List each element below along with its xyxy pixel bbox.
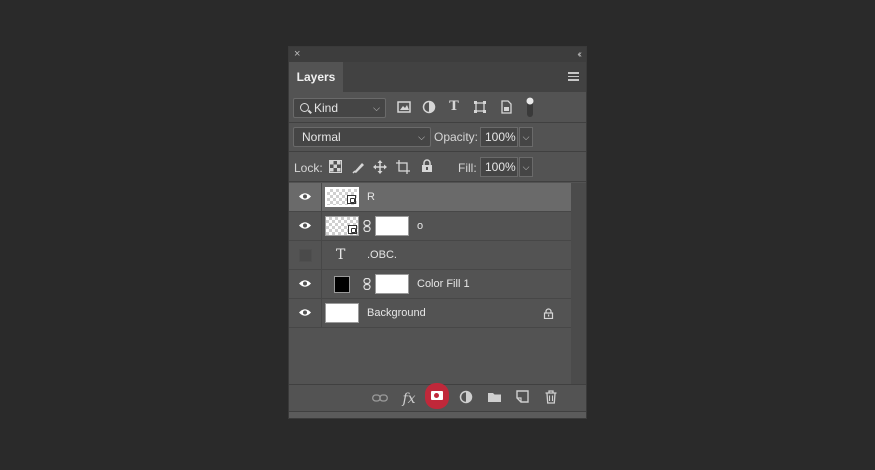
- lock-image-pixels-icon[interactable]: [352, 160, 366, 174]
- search-icon: [300, 103, 309, 112]
- blend-mode-value: Normal: [302, 130, 341, 144]
- type-filter-icon[interactable]: T: [447, 100, 461, 114]
- bottom-toolbar: fx: [289, 383, 586, 418]
- layers-list: R o T .OBC. Color Fill 1 Background: [289, 183, 572, 385]
- filter-toggle-icon[interactable]: [523, 96, 537, 118]
- eye-icon[interactable]: [298, 279, 312, 288]
- delete-layer-icon[interactable]: [542, 390, 560, 408]
- eye-icon[interactable]: [298, 221, 312, 230]
- smart-object-badge-icon: [347, 195, 356, 204]
- eye-icon[interactable]: [298, 308, 312, 317]
- panel-bottom-edge: [289, 411, 586, 418]
- visibility-divider: [321, 212, 322, 241]
- chevron-down-icon: ⌵: [418, 132, 425, 142]
- link-mask-icon[interactable]: [363, 220, 371, 232]
- layer-name[interactable]: o: [417, 212, 423, 241]
- adjustment-filter-icon[interactable]: [422, 100, 436, 114]
- filter-row: Kind ⌵ T: [289, 92, 586, 123]
- opacity-input[interactable]: 100%: [480, 127, 518, 147]
- layer-thumbnail[interactable]: [325, 216, 359, 236]
- link-layers-icon[interactable]: [371, 390, 389, 408]
- layers-panel: × ‹‹ Layers Kind ⌵ T Normal ⌵ Opacity: 1…: [288, 46, 587, 419]
- close-icon[interactable]: ×: [294, 47, 300, 62]
- adjustment-layer-icon[interactable]: [457, 390, 475, 408]
- smart-object-filter-icon[interactable]: [499, 100, 513, 114]
- lock-label: Lock:: [294, 161, 323, 175]
- visibility-divider: [321, 270, 322, 299]
- lock-position-icon[interactable]: [373, 160, 387, 174]
- layer-row-color-fill[interactable]: Color Fill 1: [289, 270, 572, 299]
- lock-all-icon[interactable]: [420, 159, 434, 173]
- visibility-toggle-off[interactable]: [299, 249, 312, 262]
- blend-row: Normal ⌵ Opacity: 100% ⌵: [289, 123, 586, 152]
- blend-mode-dropdown[interactable]: Normal ⌵: [293, 127, 431, 147]
- layer-name[interactable]: Background: [367, 299, 426, 328]
- layer-mask-thumbnail[interactable]: [375, 274, 409, 294]
- layers-scrollbar[interactable]: [571, 183, 586, 385]
- type-layer-icon: T: [336, 247, 346, 263]
- visibility-divider: [321, 299, 322, 328]
- add-mask-icon: [431, 391, 443, 400]
- kind-filter-dropdown[interactable]: Kind ⌵: [293, 98, 386, 118]
- fill-dropdown-chevron-icon[interactable]: ⌵: [519, 157, 533, 177]
- layer-row-background[interactable]: Background: [289, 299, 572, 328]
- visibility-divider: [321, 241, 322, 270]
- layer-thumbnail[interactable]: [325, 303, 359, 323]
- fill-input[interactable]: 100%: [480, 157, 518, 177]
- eye-icon[interactable]: [298, 192, 312, 201]
- layer-name[interactable]: .OBC.: [367, 241, 397, 270]
- fill-label: Fill:: [458, 161, 477, 175]
- lock-row: Lock: Fill: 100% ⌵: [289, 152, 586, 182]
- chevron-down-icon: ⌵: [373, 103, 380, 113]
- add-mask-button[interactable]: [425, 383, 449, 409]
- layer-thumbnail[interactable]: [325, 187, 359, 207]
- lock-icon: [543, 308, 554, 319]
- visibility-divider: [321, 183, 322, 212]
- opacity-label: Opacity:: [434, 130, 479, 144]
- panel-titlebar: × ‹‹: [289, 47, 586, 62]
- tab-layers[interactable]: Layers: [289, 62, 343, 92]
- shape-filter-icon[interactable]: [473, 100, 487, 114]
- layer-row-r[interactable]: R: [289, 183, 572, 212]
- layer-name[interactable]: R: [367, 183, 375, 212]
- opacity-dropdown-chevron-icon[interactable]: ⌵: [519, 127, 533, 147]
- collapse-icon[interactable]: ‹‹: [577, 47, 581, 62]
- layer-name[interactable]: Color Fill 1: [417, 270, 470, 299]
- smart-object-badge-icon: [348, 225, 357, 234]
- lock-artboard-icon[interactable]: [396, 160, 410, 174]
- layer-row-o[interactable]: o: [289, 212, 572, 241]
- panel-menu-icon[interactable]: [568, 72, 579, 81]
- kind-filter-label: Kind: [314, 101, 339, 115]
- fx-icon[interactable]: fx: [400, 390, 418, 408]
- fx-label: fx: [402, 391, 416, 407]
- image-filter-icon[interactable]: [397, 100, 411, 114]
- layer-mask-thumbnail[interactable]: [375, 216, 409, 236]
- new-layer-icon[interactable]: [513, 390, 531, 408]
- lock-transparent-pixels-icon[interactable]: [328, 160, 342, 174]
- layer-row-obc[interactable]: T .OBC.: [289, 241, 572, 270]
- link-mask-icon[interactable]: [363, 278, 371, 290]
- new-group-icon[interactable]: [485, 390, 503, 408]
- fill-color-swatch[interactable]: [334, 276, 350, 293]
- tab-row: Layers: [289, 62, 586, 92]
